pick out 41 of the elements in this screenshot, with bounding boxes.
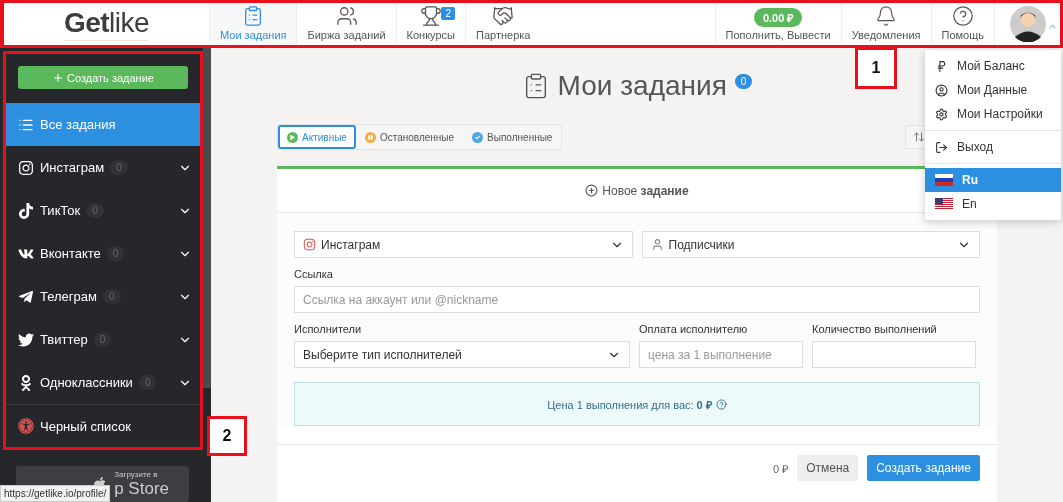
filter-tab[interactable]: Выполненные [463,125,562,149]
page-title: Мои задания [557,70,727,102]
balance-label: Пополнить, Вывести [725,29,831,41]
logo[interactable]: Getlike [63,7,150,41]
sidebar-label: Твиттер [40,332,88,347]
field-label: Исполнители [294,323,363,335]
filter-tab[interactable]: Остановленные [355,125,464,149]
app-store-name: p Store [114,478,169,499]
sidebar-label: Все задания [40,117,116,132]
cancel-button[interactable]: Отмена [797,455,859,481]
filter-tab[interactable]: Активные [278,125,356,149]
sidebar-label: Инстаграм [40,160,105,175]
menu-item[interactable]: Выход [925,135,1061,159]
field-label: Оплата исполнителю [639,323,749,335]
payment-field[interactable]: цена за 1 выполнение [639,341,803,368]
link-field[interactable]: Ссылка на аккаунт или @nickname [294,286,980,313]
balance-pill: 0.00 ₽ [753,8,803,27]
menu-item[interactable]: Мои Настройки [925,102,1061,126]
sidebar-label: ТикТок [40,203,81,218]
language-item[interactable]: En [925,192,1061,216]
sidebar-label: Черный список [40,418,131,434]
network-select[interactable]: Инстаграм [294,231,633,258]
menu-item[interactable]: Мой Баланс [925,54,1061,78]
sidebar-label: Одноклассники [40,375,133,390]
annotation-label: 2 [207,416,247,456]
total-amount: 0 ₽ [772,461,789,476]
menu-item[interactable]: Мои Данные [925,78,1061,102]
count-badge: 2 [441,7,455,20]
blacklist-item[interactable]: Черный список [6,404,200,447]
field-label: Количество выполнений [812,323,938,335]
card-title: Новое задание [602,183,689,198]
status-url-tooltip: https://getlike.io/profile/ [0,485,111,502]
field-label: Ссылка [294,268,334,280]
price-note: Цена 1 выполнения для вас: 0 ₽ [547,397,712,412]
type-select[interactable]: Подписчики [641,231,980,258]
count-badge: 0 [734,74,753,89]
sidebar-label: Вконтакте [40,246,101,261]
performers-select[interactable]: Выберите тип исполнителей [294,341,630,368]
app-store-caption: Загрузите в [114,469,159,479]
annotation-label: 1 [855,47,897,89]
sidebar-label: Телеграм [40,289,97,304]
